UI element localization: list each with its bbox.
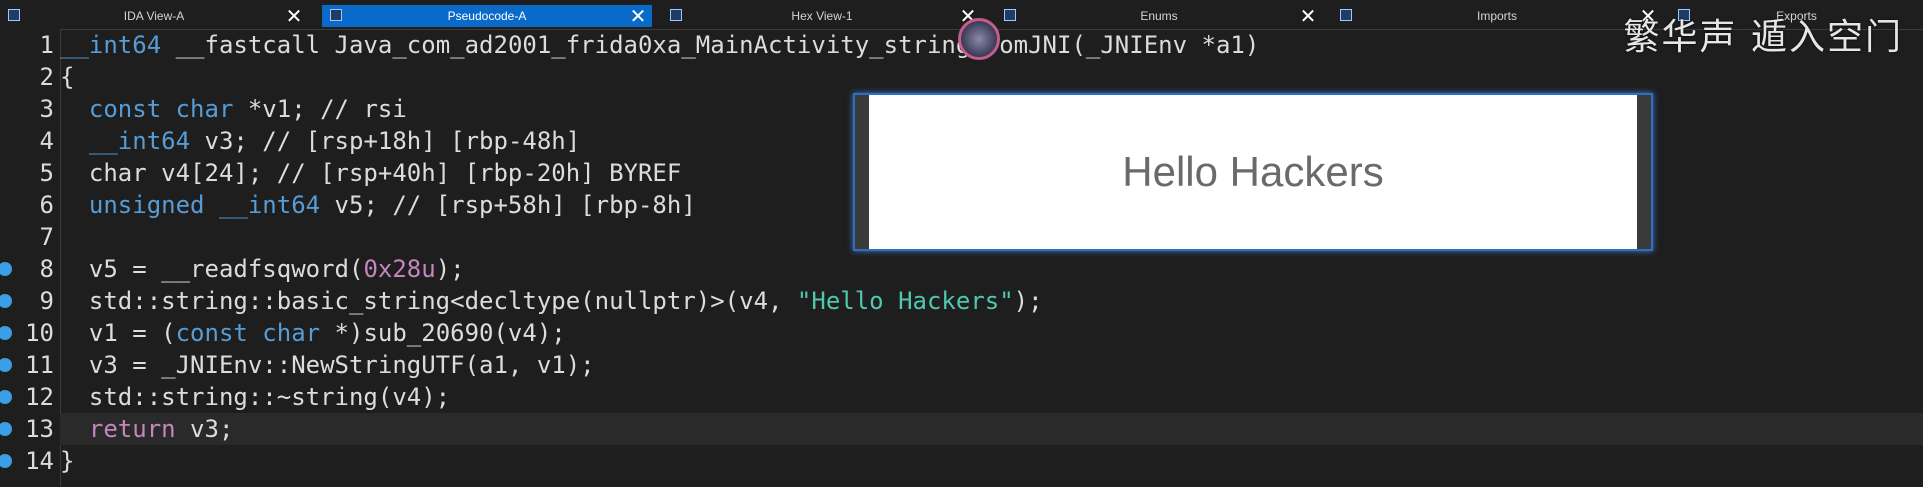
code-line-text: char v4[24]; // [rsp+40h] [rbp-20h] BYRE… (60, 159, 682, 187)
popup-right-edge (1637, 95, 1651, 249)
close-icon[interactable]: ✕ (628, 6, 648, 26)
enums-icon (1004, 9, 1016, 21)
code-line-text: __int64 v3; // [rsp+18h] [rbp-48h] (88, 127, 581, 155)
tab-enums[interactable]: Enums ✕ (996, 5, 1322, 27)
code-line-text: { (60, 63, 75, 91)
tab-hex-view[interactable]: Hex View-1 ✕ (662, 5, 982, 27)
tab-label: Pseudocode-A (447, 9, 527, 23)
close-icon[interactable]: ✕ (284, 6, 304, 26)
code-line[interactable]: } (60, 445, 1923, 477)
code-line[interactable]: v5 = __readfsqword(0x28u); (60, 253, 1923, 285)
code-line[interactable]: { (60, 61, 1923, 93)
tab-label: Hex View-1 (791, 9, 853, 23)
pseudocode-icon (330, 9, 342, 21)
hex-view-icon (670, 9, 682, 21)
line-number: 6 (39, 191, 54, 219)
line-number: 3 (39, 95, 54, 123)
line-number: 5 (39, 159, 54, 187)
code-line[interactable]: std::string::basic_string<decltype(nullp… (60, 285, 1923, 317)
popup-left-edge (855, 95, 869, 249)
line-number-gutter: 1 2 3 4 5 6 7 8 9 10 11 12 13 14 (0, 29, 61, 487)
floating-assistant-icon[interactable] (958, 18, 1000, 60)
tab-ida-view[interactable]: IDA View-A ✕ (0, 5, 308, 27)
code-line[interactable]: v1 = (const char *)sub_20690(v4); (60, 317, 1923, 349)
tab-label: Enums (1140, 9, 1178, 23)
code-line-text: v3 = _JNIEnv::NewStringUTF(a1, v1); (60, 351, 595, 379)
app-preview-popup: Hello Hackers (853, 93, 1653, 251)
tab-label: Imports (1476, 9, 1517, 23)
code-line-text: std::string::basic_string<decltype(nullp… (60, 287, 1043, 315)
code-line[interactable]: std::string::~string(v4); (60, 381, 1923, 413)
disassembly-icon (8, 9, 20, 21)
line-number: 2 (39, 63, 54, 91)
code-line-text: v5 = __readfsqword(0x28u); (60, 255, 465, 283)
tab-imports[interactable]: Imports ✕ (1332, 5, 1662, 27)
imports-icon (1340, 9, 1352, 21)
code-line-text: return v3; (88, 415, 234, 443)
line-number: 7 (39, 223, 54, 251)
line-number: 4 (39, 127, 54, 155)
popup-message: Hello Hackers (1122, 148, 1384, 195)
code-line[interactable]: return v3; (60, 413, 1923, 445)
tab-pseudocode[interactable]: Pseudocode-A ✕ (322, 5, 652, 27)
code-line-text: v1 = (const char *)sub_20690(v4); (60, 319, 566, 347)
code-line-text: std::string::~string(v4); (60, 383, 451, 411)
code-line-text: __int64 __fastcall Java_com_ad2001_frida… (60, 31, 1260, 59)
code-line[interactable]: v3 = _JNIEnv::NewStringUTF(a1, v1); (60, 349, 1923, 381)
tab-label: IDA View-A (123, 9, 185, 23)
code-line-text: unsigned __int64 v5; // [rsp+58h] [rbp-8… (88, 191, 696, 219)
close-icon[interactable]: ✕ (1298, 6, 1318, 26)
code-line-text: const char *v1; // rsi (88, 95, 407, 123)
line-number: 1 (39, 31, 54, 59)
code-line-text: } (60, 447, 75, 475)
